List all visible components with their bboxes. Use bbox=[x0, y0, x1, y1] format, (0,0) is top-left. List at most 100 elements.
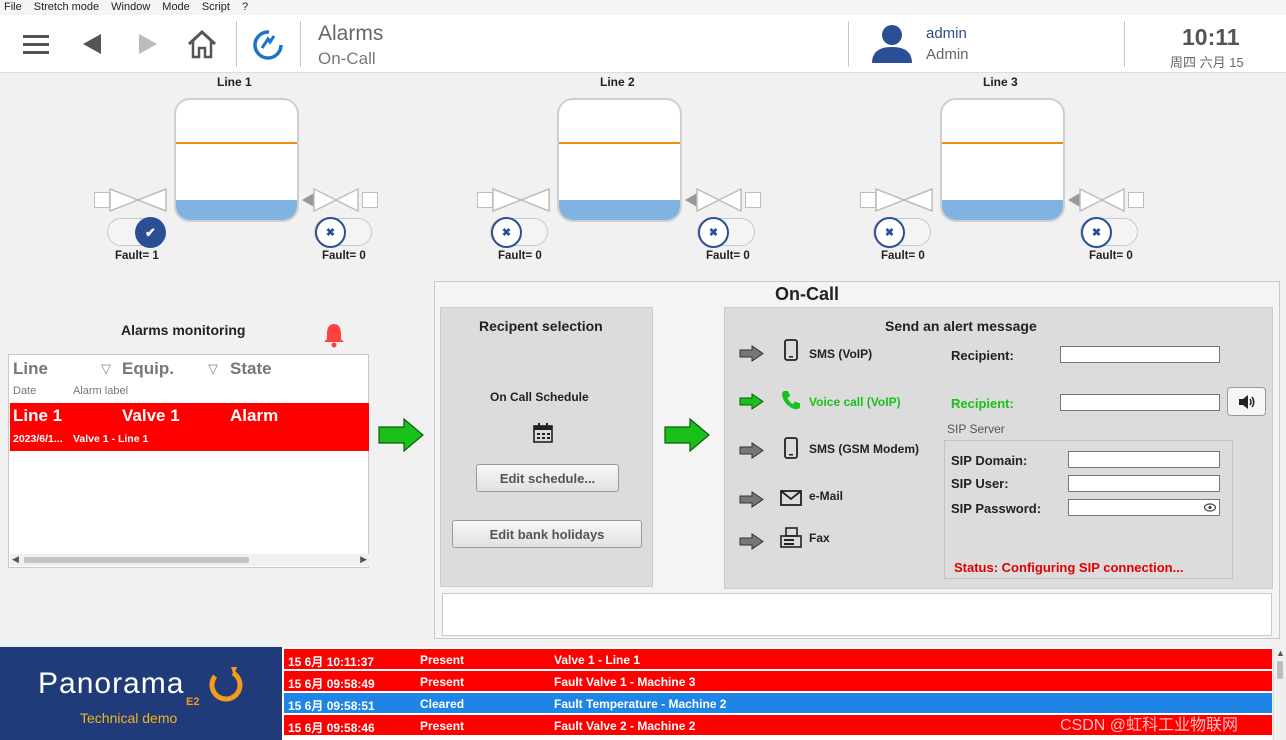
close-icon: ✖ bbox=[698, 217, 729, 248]
eye-icon[interactable] bbox=[1204, 503, 1216, 512]
valve-icon[interactable] bbox=[683, 187, 743, 213]
menu-mode[interactable]: Mode bbox=[162, 0, 190, 15]
mail-icon bbox=[780, 490, 802, 506]
event-time: 15 6月 09:58:49 bbox=[288, 677, 375, 691]
event-time: 15 6月 10:11:37 bbox=[288, 655, 375, 669]
menu-help[interactable]: ? bbox=[242, 0, 248, 15]
forward-arrow-icon[interactable] bbox=[132, 28, 164, 60]
recipient-input[interactable] bbox=[1060, 346, 1220, 363]
header-divider bbox=[1124, 21, 1125, 67]
oncall-title: On-Call bbox=[775, 284, 840, 304]
bell-icon[interactable] bbox=[322, 322, 346, 348]
valve-icon[interactable] bbox=[491, 187, 551, 213]
tank-level-line bbox=[176, 142, 297, 144]
edit-bank-holidays-button[interactable]: Edit bank holidays bbox=[452, 520, 642, 548]
menu-file[interactable]: File bbox=[4, 0, 22, 15]
user-avatar-icon[interactable] bbox=[870, 23, 914, 68]
home-icon[interactable] bbox=[186, 28, 218, 60]
channel-email[interactable]: e-Mail bbox=[809, 489, 843, 503]
alarm-label: Valve 1 - Line 1 bbox=[73, 433, 149, 445]
scroll-left-icon[interactable]: ◀ bbox=[12, 554, 19, 565]
sip-user-label: SIP User: bbox=[951, 476, 1009, 491]
sip-user-input[interactable] bbox=[1068, 475, 1220, 492]
menu-script[interactable]: Script bbox=[202, 0, 230, 15]
hamburger-menu-icon[interactable] bbox=[20, 28, 52, 60]
filter-icon[interactable]: ▽ bbox=[208, 361, 218, 377]
panorama-logo-icon[interactable] bbox=[252, 28, 284, 60]
recipient-input[interactable] bbox=[1060, 394, 1220, 411]
alarm-row[interactable]: Line 1 Valve 1 Alarm 2023/6/1... Valve 1… bbox=[10, 403, 369, 451]
header-divider bbox=[236, 21, 237, 67]
event-label: Valve 1 - Line 1 bbox=[554, 653, 641, 667]
valve-toggle[interactable]: ✖ bbox=[873, 217, 931, 248]
header-bar: Alarms On-Call admin Admin 10:11 周四 六月 1… bbox=[0, 15, 1286, 73]
valve-icon[interactable] bbox=[108, 187, 168, 213]
menu-stretch-mode[interactable]: Stretch mode bbox=[34, 0, 99, 15]
page-subtitle: On-Call bbox=[318, 49, 376, 68]
column-header-equip[interactable]: Equip. bbox=[122, 359, 174, 379]
column-header-date: Date bbox=[13, 385, 37, 397]
event-label: Fault Valve 1 - Machine 3 bbox=[554, 675, 696, 689]
filter-icon[interactable]: ▽ bbox=[101, 361, 111, 377]
pipe-end bbox=[1128, 192, 1144, 208]
sip-password-label: SIP Password: bbox=[951, 501, 1042, 516]
scroll-up-icon[interactable]: ▲ bbox=[1276, 648, 1285, 658]
speaker-icon bbox=[1238, 394, 1254, 409]
channel-sms-voip[interactable]: SMS (VoIP) bbox=[809, 347, 872, 361]
tank bbox=[174, 98, 299, 222]
fax-icon bbox=[780, 527, 802, 548]
fault-count: Fault= 0 bbox=[1089, 250, 1133, 262]
valve-toggle[interactable]: ✖ bbox=[697, 217, 755, 248]
valve-toggle[interactable]: ✖ bbox=[1080, 217, 1138, 248]
scrollbar-thumb[interactable] bbox=[24, 557, 249, 563]
pipe-end bbox=[745, 192, 761, 208]
user-role: Admin bbox=[926, 46, 969, 63]
brand-panel: Panorama E2 Technical demo bbox=[0, 647, 282, 740]
flow-arrow-icon bbox=[378, 418, 424, 452]
channel-arrow-icon bbox=[739, 442, 764, 459]
menu-window[interactable]: Window bbox=[111, 0, 150, 15]
tank-level-line bbox=[559, 142, 680, 144]
valve-toggle[interactable]: ✔ bbox=[107, 217, 166, 248]
tank-liquid bbox=[559, 200, 680, 220]
header-divider bbox=[300, 21, 301, 67]
valve-icon[interactable] bbox=[1066, 187, 1126, 213]
event-row[interactable]: 15 6月 10:11:37 Present Valve 1 - Line 1 bbox=[284, 649, 1272, 669]
valve-icon[interactable] bbox=[300, 187, 360, 213]
header-divider bbox=[848, 21, 849, 67]
brand-subtitle: Technical demo bbox=[80, 710, 178, 726]
valve-toggle[interactable]: ✖ bbox=[314, 217, 372, 248]
alarm-line: Line 1 bbox=[13, 406, 63, 425]
tank-liquid bbox=[942, 200, 1063, 220]
channel-fax[interactable]: Fax bbox=[809, 531, 830, 545]
column-header-line[interactable]: Line bbox=[13, 359, 48, 379]
vertical-scrollbar[interactable]: ▲ bbox=[1273, 647, 1286, 740]
valve-toggle[interactable]: ✖ bbox=[490, 217, 548, 248]
clock-date: 周四 六月 15 bbox=[1170, 55, 1244, 70]
horizontal-scrollbar[interactable]: ◀ ▶ bbox=[10, 554, 369, 566]
valve-icon[interactable] bbox=[874, 187, 934, 213]
column-header-state[interactable]: State bbox=[230, 359, 272, 379]
message-box[interactable] bbox=[442, 593, 1272, 636]
sip-domain-input[interactable] bbox=[1068, 451, 1220, 468]
sip-password-input[interactable] bbox=[1068, 499, 1220, 516]
tank bbox=[940, 98, 1065, 222]
event-row[interactable]: 15 6月 09:58:49 Present Fault Valve 1 - M… bbox=[284, 671, 1272, 691]
calendar-icon[interactable] bbox=[533, 423, 553, 443]
channel-arrow-icon bbox=[739, 345, 764, 362]
scroll-right-icon[interactable]: ▶ bbox=[360, 554, 367, 565]
alarms-monitoring-title: Alarms monitoring bbox=[121, 322, 246, 338]
edit-schedule-button[interactable]: Edit schedule... bbox=[476, 464, 619, 492]
brand-name: Panorama bbox=[38, 667, 185, 700]
event-status: Present bbox=[420, 653, 465, 667]
speaker-button[interactable] bbox=[1227, 387, 1266, 416]
channel-sms-gsm[interactable]: SMS (GSM Modem) bbox=[809, 442, 919, 456]
on-call-schedule-label: On Call Schedule bbox=[490, 390, 589, 404]
channel-arrow-icon bbox=[739, 393, 764, 410]
event-row[interactable]: 15 6月 09:58:51 Cleared Fault Temperature… bbox=[284, 693, 1272, 713]
fault-count: Fault= 0 bbox=[498, 250, 542, 262]
back-arrow-icon[interactable] bbox=[76, 28, 108, 60]
scrollbar-thumb[interactable] bbox=[1277, 661, 1283, 679]
recipient-selection-panel: Recipent selection On Call Schedule Edit… bbox=[440, 307, 653, 587]
channel-voice-call[interactable]: Voice call (VoIP) bbox=[809, 395, 901, 409]
